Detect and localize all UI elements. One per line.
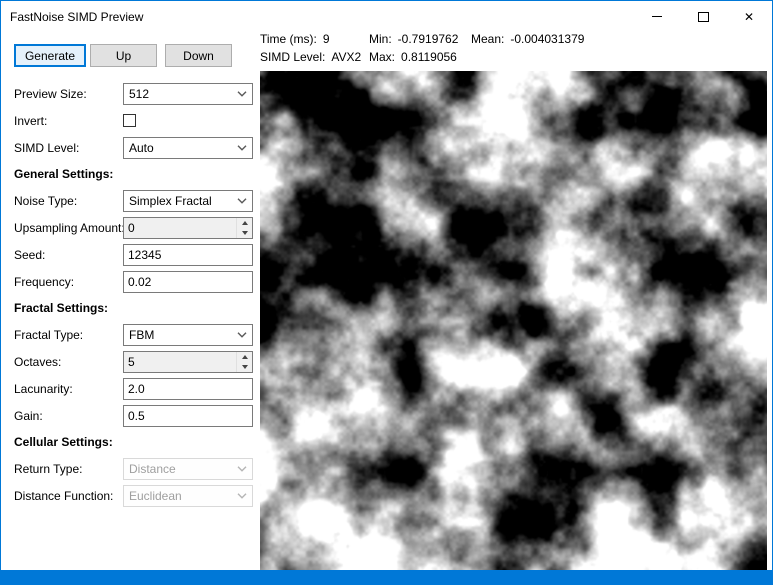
- invert-row: Invert:: [14, 110, 254, 132]
- distance-function-label: Distance Function:: [14, 489, 114, 503]
- section-fractal-settings: Fractal Settings:: [14, 301, 109, 315]
- control-panel: Generate Up Down Preview Size: 512 Inver…: [14, 44, 254, 512]
- frequency-input[interactable]: [123, 271, 253, 293]
- stat-simd-value: AVX2: [331, 50, 362, 64]
- noise-type-row: Noise Type: Simplex Fractal: [14, 190, 254, 212]
- stat-simd-label: SIMD Level:: [260, 50, 326, 64]
- stats-panel: Time (ms): 9 Min: -0.7919762 Mean: -0.00403…: [260, 32, 584, 64]
- fractal-type-select[interactable]: FBM: [123, 324, 253, 346]
- stat-min: Min: -0.7919762: [369, 32, 471, 46]
- octaves-input[interactable]: [124, 352, 236, 372]
- chevron-down-icon: [237, 466, 247, 472]
- app-window: FastNoise SIMD Preview ✕ Generate Up Dow…: [0, 0, 773, 585]
- window-title: FastNoise SIMD Preview: [10, 9, 144, 24]
- noise-preview-image: [260, 71, 767, 571]
- chevron-down-icon: [237, 198, 247, 204]
- stat-max: Max: 0.8119056: [369, 50, 471, 64]
- return-type-label: Return Type:: [14, 462, 83, 476]
- gain-input[interactable]: [123, 405, 253, 427]
- seed-row: Seed:: [14, 244, 254, 266]
- upsampling-row: Upsampling Amount:: [14, 217, 254, 239]
- octaves-row: Octaves:: [14, 351, 254, 373]
- return-type-value: Distance: [129, 462, 176, 476]
- chevron-down-icon: [237, 145, 247, 151]
- minimize-icon: [652, 16, 662, 17]
- minimize-button[interactable]: [634, 1, 680, 32]
- stat-time-value: 9: [322, 32, 330, 46]
- chevron-down-icon: [237, 91, 247, 97]
- gain-label: Gain:: [14, 409, 43, 423]
- noise-type-value: Simplex Fractal: [129, 194, 212, 208]
- stat-time: Time (ms): 9: [260, 32, 369, 46]
- noise-type-select[interactable]: Simplex Fractal: [123, 190, 253, 212]
- title-bar: FastNoise SIMD Preview ✕: [1, 1, 772, 32]
- frequency-row: Frequency:: [14, 271, 254, 293]
- stat-mean-label: Mean:: [471, 32, 505, 46]
- close-icon: ✕: [743, 9, 755, 24]
- seed-input[interactable]: [123, 244, 253, 266]
- close-button[interactable]: ✕: [726, 1, 772, 32]
- upsampling-input[interactable]: [124, 218, 236, 238]
- spinner-buttons: [236, 352, 252, 372]
- spin-up-button[interactable]: [237, 352, 252, 362]
- triangle-up-icon: [241, 221, 248, 225]
- upsampling-label: Upsampling Amount:: [14, 221, 125, 235]
- simd-level-select[interactable]: Auto: [123, 137, 253, 159]
- maximize-button[interactable]: [680, 1, 726, 32]
- spinner-buttons: [236, 218, 252, 238]
- window-controls: ✕: [634, 1, 772, 32]
- triangle-down-icon: [241, 231, 248, 235]
- down-button[interactable]: Down: [165, 44, 232, 67]
- triangle-up-icon: [241, 355, 248, 359]
- invert-label: Invert:: [14, 114, 48, 128]
- stat-max-value: 0.8119056: [401, 50, 457, 64]
- stat-mean: Mean: -0.004031379: [471, 32, 584, 46]
- window-bottom-border: [1, 570, 772, 584]
- lacunarity-label: Lacunarity:: [14, 382, 73, 396]
- fractal-type-value: FBM: [129, 328, 155, 342]
- return-type-row: Return Type: Distance: [14, 458, 254, 480]
- distance-function-row: Distance Function: Euclidean: [14, 485, 254, 507]
- section-general-settings: General Settings:: [14, 167, 114, 181]
- preview-size-select[interactable]: 512: [123, 83, 253, 105]
- invert-checkbox[interactable]: [123, 114, 136, 127]
- noise-type-label: Noise Type:: [14, 194, 78, 208]
- preview-size-value: 512: [129, 87, 150, 101]
- fractal-type-label: Fractal Type:: [14, 328, 84, 342]
- generate-button[interactable]: Generate: [14, 44, 86, 67]
- spin-up-button[interactable]: [237, 218, 252, 228]
- simd-level-label: SIMD Level:: [14, 141, 80, 155]
- lacunarity-row: Lacunarity:: [14, 378, 254, 400]
- preview-size-row: Preview Size: 512: [14, 83, 254, 105]
- return-type-select: Distance: [123, 458, 253, 480]
- maximize-icon: [697, 11, 709, 22]
- fractal-type-row: Fractal Type: FBM: [14, 324, 254, 346]
- stat-time-label: Time (ms):: [260, 32, 317, 46]
- action-buttons: Generate Up Down: [14, 44, 254, 67]
- distance-function-select: Euclidean: [123, 485, 253, 507]
- up-button[interactable]: Up: [90, 44, 157, 67]
- octaves-spinner[interactable]: [123, 351, 253, 373]
- simd-level-row: SIMD Level: Auto: [14, 137, 254, 159]
- seed-label: Seed:: [14, 248, 46, 262]
- stat-mean-value: -0.004031379: [510, 32, 585, 46]
- simd-level-value: Auto: [129, 141, 154, 155]
- octaves-label: Octaves:: [14, 355, 62, 369]
- distance-function-value: Euclidean: [129, 489, 182, 503]
- stat-min-label: Min:: [369, 32, 392, 46]
- chevron-down-icon: [237, 493, 247, 499]
- stat-max-label: Max:: [369, 50, 396, 64]
- section-cellular-settings: Cellular Settings:: [14, 435, 113, 449]
- gain-row: Gain:: [14, 405, 254, 427]
- spin-down-button[interactable]: [237, 228, 252, 238]
- preview-size-label: Preview Size:: [14, 87, 87, 101]
- spin-down-button[interactable]: [237, 362, 252, 372]
- frequency-label: Frequency:: [14, 275, 75, 289]
- chevron-down-icon: [237, 332, 247, 338]
- lacunarity-input[interactable]: [123, 378, 253, 400]
- upsampling-spinner[interactable]: [123, 217, 253, 239]
- stat-min-value: -0.7919762: [397, 32, 459, 46]
- stat-simd: SIMD Level: AVX2: [260, 50, 369, 64]
- triangle-down-icon: [241, 365, 248, 369]
